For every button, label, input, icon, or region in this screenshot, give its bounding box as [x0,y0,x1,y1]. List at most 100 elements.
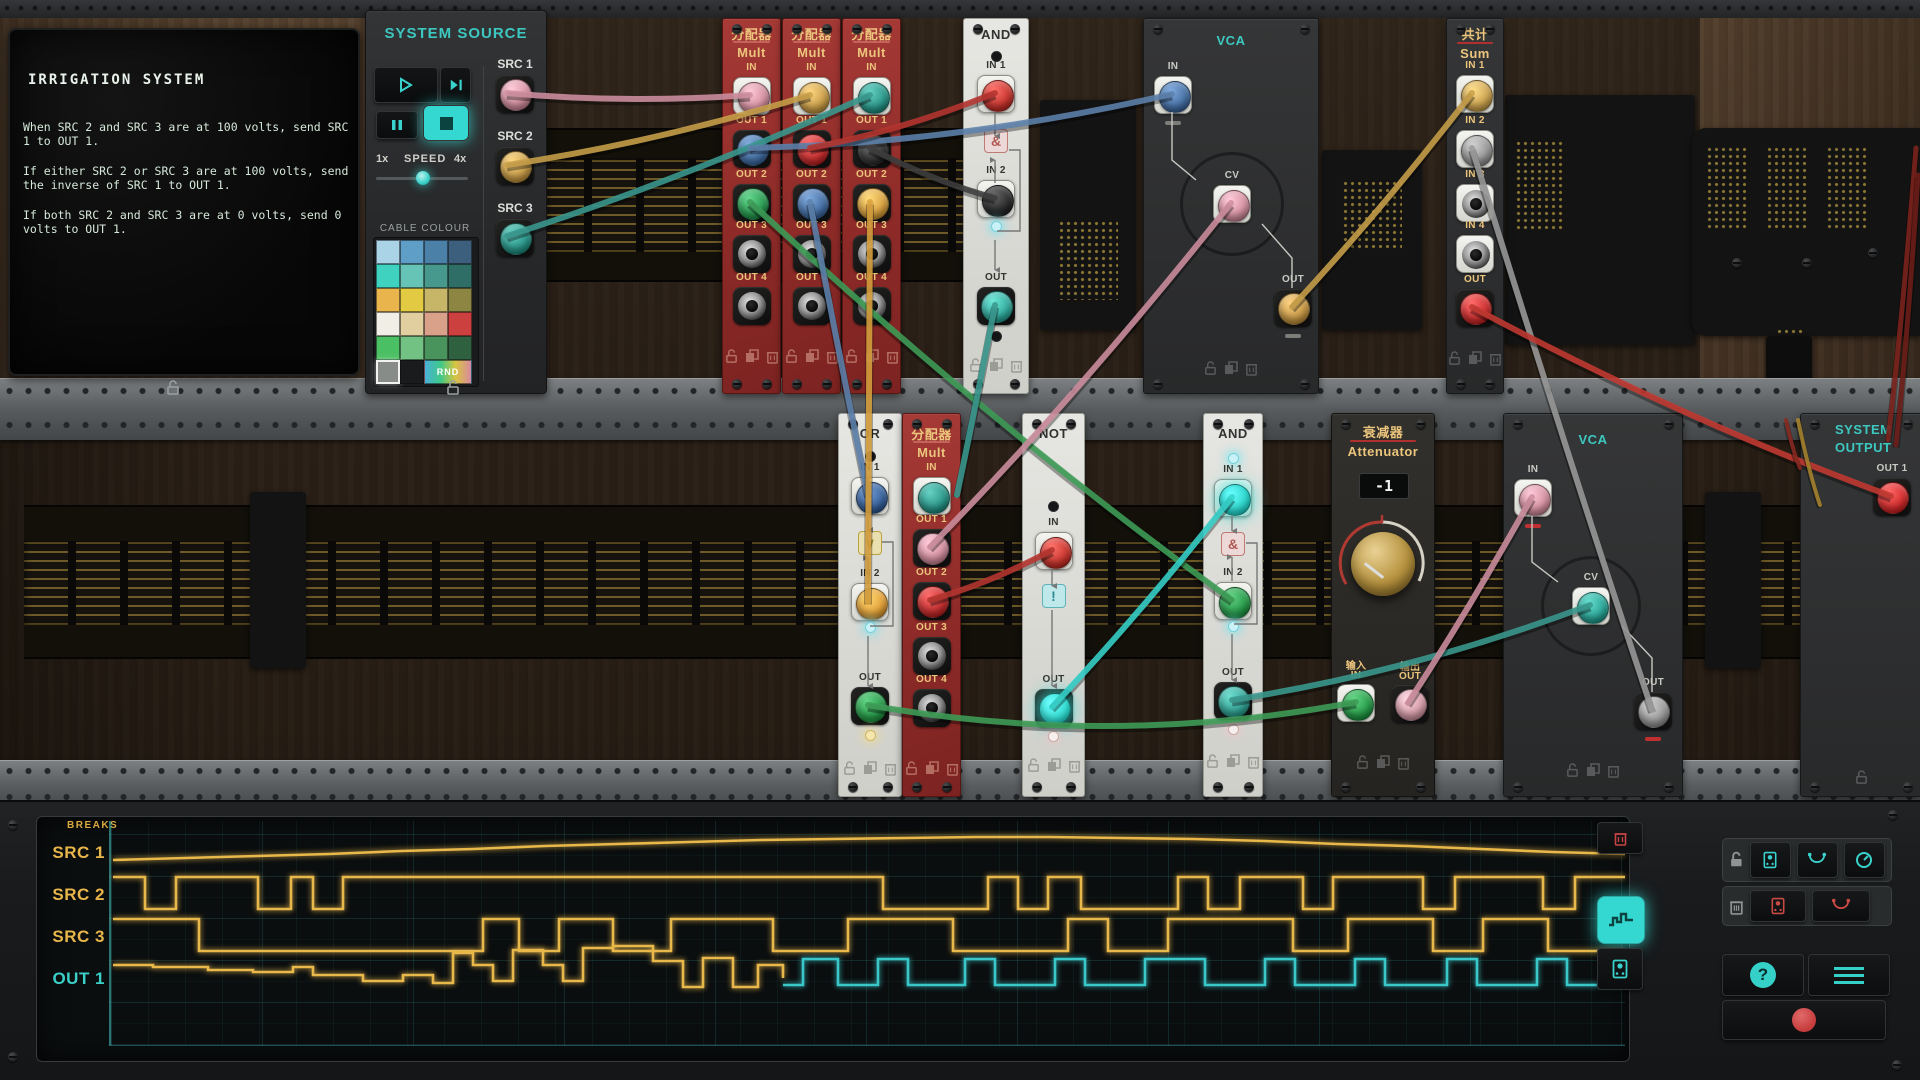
cable-plug[interactable] [1460,293,1492,325]
jack-in4[interactable] [1456,235,1494,273]
jack-in[interactable] [1514,479,1552,517]
cable-plug[interactable] [1461,80,1493,112]
empty-jack-socket[interactable] [858,240,886,268]
jack-out1[interactable] [733,130,771,168]
copy-icon[interactable] [1226,754,1240,768]
speed-slider-track[interactable] [376,177,468,180]
cable-plug[interactable] [982,185,1014,217]
jack-out3[interactable] [733,235,771,273]
jack-out4[interactable] [733,287,771,325]
cable-colour-swatch[interactable] [424,264,448,288]
jack-out2[interactable] [853,184,891,222]
cable-plug[interactable] [982,80,1014,112]
lock-icon[interactable] [969,358,982,373]
play-button[interactable] [374,67,438,103]
cable-colour-swatch[interactable] [376,312,400,336]
empty-jack-socket[interactable] [798,292,826,320]
cable-colour-swatch[interactable] [448,336,472,360]
cable-colour-swatch[interactable] [448,264,472,288]
lock-icon[interactable] [1448,351,1461,366]
cable-plug[interactable] [797,188,829,220]
cable-plug[interactable] [1577,592,1609,624]
trash-icon[interactable] [886,349,899,364]
jack-out1[interactable] [1873,478,1911,516]
cable-plug[interactable] [858,82,890,114]
empty-jack-socket[interactable] [858,292,886,320]
lock-icon[interactable] [843,761,856,776]
copy-icon[interactable] [989,358,1003,372]
jack-out4[interactable] [793,287,831,325]
cable-plug[interactable] [737,134,769,166]
jack-in[interactable] [913,477,951,515]
lock-icon[interactable] [1356,755,1369,770]
cable-plug[interactable] [917,533,949,565]
jack-out[interactable] [1634,692,1672,730]
cable-colour-swatch[interactable] [424,288,448,312]
jack-cv[interactable] [1572,587,1610,625]
cable-plug[interactable] [857,134,889,166]
cable-plug[interactable] [738,82,770,114]
lock-icon[interactable] [1204,361,1217,376]
empty-jack-socket[interactable] [738,240,766,268]
cable-plug[interactable] [918,482,950,514]
speed-slider-thumb[interactable] [416,171,430,185]
cable-plug[interactable] [1342,689,1374,721]
lock-module-button[interactable] [1750,842,1791,878]
cable-plug[interactable] [1159,81,1191,113]
jack-in2[interactable] [1456,130,1494,168]
cable-plug[interactable] [500,79,532,111]
cable-plug[interactable] [856,588,888,620]
trash-icon[interactable] [1397,755,1410,770]
copy-icon[interactable] [925,761,939,775]
empty-jack-socket[interactable] [798,240,826,268]
lock-icon[interactable] [1566,763,1579,778]
jack-out[interactable] [977,287,1015,325]
cable-plug[interactable] [1219,484,1251,516]
lock-icon[interactable] [785,349,798,364]
cable-colour-swatch[interactable] [376,288,400,312]
pause-button[interactable] [376,111,418,139]
jack-in[interactable] [1035,532,1073,570]
jack-in[interactable] [733,77,771,115]
jack-in1[interactable] [977,75,1015,113]
cable-plug[interactable] [1278,293,1310,325]
copy-icon[interactable] [745,349,759,363]
cable-plug[interactable] [1395,689,1427,721]
trash-icon[interactable] [1489,351,1502,366]
cable-plug[interactable] [1638,696,1670,728]
jack-in1[interactable] [1214,479,1252,517]
cable-colour-swatch[interactable] [376,240,400,264]
copy-icon[interactable] [1586,763,1600,777]
jack-out4[interactable] [853,287,891,325]
jack-out2[interactable] [793,184,831,222]
jack-in[interactable] [1154,76,1192,114]
cable-plug[interactable] [1877,482,1909,514]
jack-in[interactable] [1337,684,1375,722]
cable-colour-swatch[interactable] [376,336,400,360]
jack-in2[interactable] [1214,582,1252,620]
cable-colour-swatch[interactable] [424,240,448,264]
cable-colour-swatch[interactable] [400,312,424,336]
jack-out[interactable] [1035,689,1073,727]
module-view-button[interactable] [1597,948,1643,990]
jack-out1[interactable] [793,130,831,168]
jack-out[interactable] [1391,685,1429,723]
jack-cv[interactable] [1213,185,1251,223]
cable-plug[interactable] [500,151,532,183]
cable-colour-swatch[interactable] [400,336,424,360]
copy-icon[interactable] [1468,351,1482,365]
cable-colour-swatch[interactable] [400,264,424,288]
copy-icon[interactable] [1047,758,1061,772]
trash-icon[interactable] [946,761,959,776]
jack-in2[interactable] [851,583,889,621]
record-button[interactable] [1722,1000,1886,1040]
jack-in1[interactable] [851,477,889,515]
menu-button[interactable] [1808,954,1890,996]
lock-icon[interactable] [845,349,858,364]
empty-jack-socket[interactable] [1462,190,1490,218]
jack-in1[interactable] [1456,75,1494,113]
trash-icon[interactable] [826,349,839,364]
trash-icon[interactable] [1245,361,1258,376]
source-jack[interactable] [496,219,534,257]
jack-out[interactable] [1456,289,1494,327]
